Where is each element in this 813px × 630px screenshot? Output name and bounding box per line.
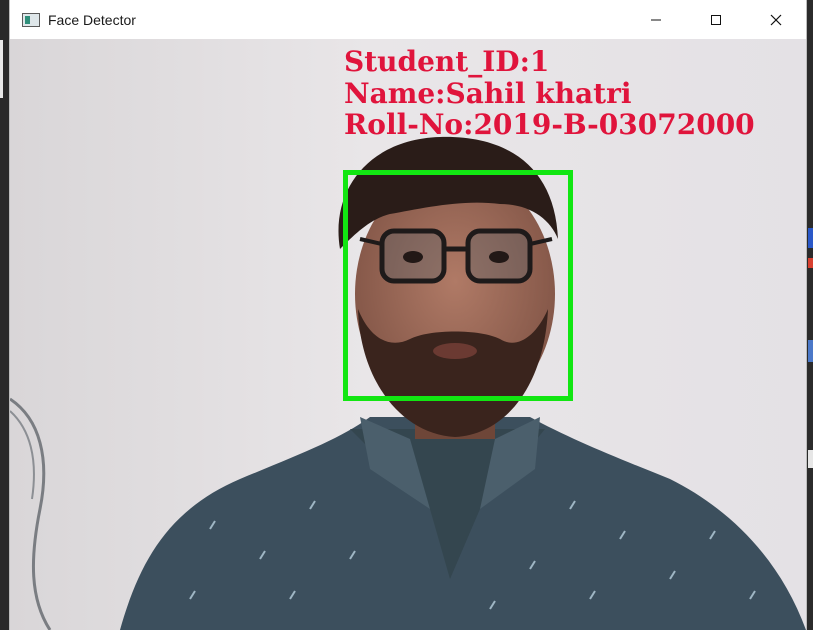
desktop-left-edge — [0, 0, 10, 630]
desktop-right-edge — [806, 0, 813, 630]
app-icon — [22, 12, 40, 27]
close-button[interactable] — [746, 0, 806, 39]
minimize-icon — [651, 19, 661, 20]
camera-feed: Student_ID:1 Name:Sahil khatri Roll-No:2… — [10, 39, 806, 630]
window-title: Face Detector — [48, 11, 136, 28]
face-detector-window: Face Detector Student_ID:1 Name:Sahil kh… — [10, 0, 806, 630]
roll-number-label: Roll-No:2019-B-03072000 — [344, 108, 755, 141]
minimize-button[interactable] — [626, 0, 686, 39]
window-controls — [626, 0, 806, 39]
title-bar[interactable]: Face Detector — [10, 0, 806, 39]
maximize-icon — [711, 14, 721, 25]
maximize-button[interactable] — [686, 0, 746, 39]
face-bounding-box — [343, 170, 573, 401]
student-name-label: Name:Sahil khatri — [344, 77, 632, 110]
close-icon — [770, 14, 782, 25]
student-id-label: Student_ID:1 — [344, 45, 550, 78]
